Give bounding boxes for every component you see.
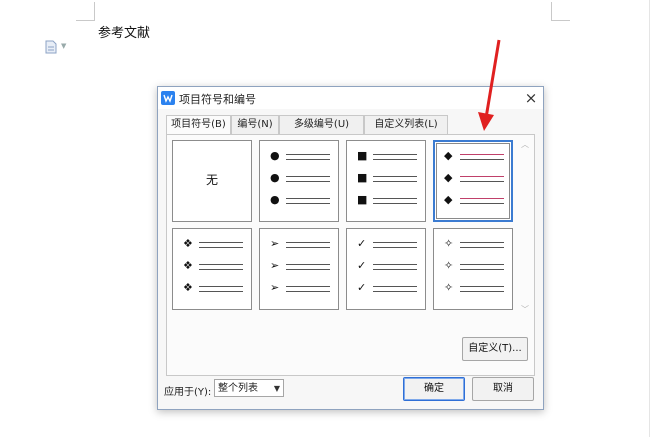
dropdown-arrow-icon: ▼ — [273, 384, 280, 393]
bullet-preview-line — [373, 242, 417, 243]
bullet-preview-line — [373, 269, 417, 270]
bullet-preview-line — [373, 264, 417, 265]
bullet-glyph: ✓ — [357, 237, 367, 250]
bullet-glyph: ◆ — [444, 193, 453, 206]
bullet-style-filled-square[interactable]: ■ ■ ■ — [346, 140, 426, 222]
bullet-preview-line — [460, 247, 504, 248]
bullet-preview-line — [286, 198, 330, 199]
bullet-preview-line — [286, 181, 330, 182]
bullet-preview-line — [373, 159, 417, 160]
bullet-preview-line — [460, 176, 504, 177]
bullet-preview-line — [460, 269, 504, 270]
tab-numbering[interactable]: 编号(N) — [231, 115, 279, 135]
bullet-style-none[interactable]: 无 — [172, 140, 252, 222]
bullet-preview-line — [460, 203, 504, 204]
bullet-style-four-point-star[interactable]: ✧ ✧ ✧ — [433, 228, 513, 310]
bullet-preview-line — [286, 203, 330, 204]
bullet-preview-line — [460, 242, 504, 243]
bullet-preview-line — [286, 264, 330, 265]
bullet-preview-line — [373, 286, 417, 287]
paragraph-layout-icon[interactable] — [44, 40, 58, 54]
apply-to-label: 应用于(Y): — [164, 387, 212, 398]
bullet-preview-line — [460, 264, 504, 265]
cancel-button[interactable]: 取消 — [472, 377, 534, 401]
bullet-glyph: ✓ — [357, 281, 367, 294]
page-margin-corner-left — [76, 2, 95, 21]
document-heading: 参考文献 — [98, 26, 151, 41]
bullet-style-filled-circle[interactable]: ● ● ● — [259, 140, 339, 222]
bullet-preview-line — [286, 247, 330, 248]
bullet-glyph: ● — [270, 149, 280, 162]
bullet-preview-line — [286, 159, 330, 160]
apply-to-value: 整个列表 — [218, 383, 258, 394]
bullet-preview-line — [373, 154, 417, 155]
customize-button[interactable]: 自定义(T)... — [462, 337, 528, 361]
bullet-preview-line — [199, 269, 243, 270]
paragraph-menu-chevron-icon[interactable]: ▼ — [61, 42, 66, 50]
bullet-preview-line — [286, 176, 330, 177]
scroll-up-icon[interactable]: ︿ — [519, 139, 531, 151]
bullet-preview-line — [373, 247, 417, 248]
bullet-preview-line — [286, 286, 330, 287]
bullet-style-arrowhead[interactable]: ➢ ➢ ➢ — [259, 228, 339, 310]
bullet-glyph: ❖ — [183, 237, 193, 250]
bullet-preview-line — [199, 264, 243, 265]
bullet-glyph: ● — [270, 193, 280, 206]
dialog-title: 项目符号和编号 — [179, 93, 256, 106]
tab-custom-list[interactable]: 自定义列表(L) — [364, 115, 448, 135]
bullet-preview-line — [460, 198, 504, 199]
bullet-glyph: ➢ — [270, 237, 280, 250]
ok-button[interactable]: 确定 — [403, 377, 465, 401]
bullets-panel: 无 ● ● ● ■ ■ ■ ◆ ◆ ◆ ❖ ❖ ❖ ➢ ➢ ➢ ✓ ✓ ✓ ✧ ✧ ✧ ︿ ﹀ 自定义(T)… — [166, 134, 535, 376]
bullet-glyph: ● — [270, 171, 280, 184]
bullet-preview-line — [286, 154, 330, 155]
apply-to-select[interactable]: 整个列表 ▼ — [214, 379, 284, 397]
bullet-preview-line — [460, 181, 504, 182]
bullet-preview-line — [199, 247, 243, 248]
bullet-glyph: ■ — [357, 193, 368, 206]
bullet-preview-line — [286, 242, 330, 243]
bullet-glyph: ➢ — [270, 259, 280, 272]
bullet-style-diamond[interactable]: ◆ ◆ ◆ — [433, 140, 513, 222]
bullet-preview-line — [286, 269, 330, 270]
close-icon[interactable]: × — [522, 89, 540, 107]
bullet-glyph: ➢ — [270, 281, 280, 294]
bullet-preview-line — [199, 291, 243, 292]
bullet-preview-line — [286, 291, 330, 292]
page-margin-corner-right — [551, 2, 570, 21]
bullet-preview-line — [460, 286, 504, 287]
bullet-glyph: ✧ — [444, 237, 454, 250]
annotation-arrow — [478, 39, 501, 131]
bullet-preview-line — [373, 181, 417, 182]
bullet-glyph: ❖ — [183, 281, 193, 294]
bullet-preview-line — [199, 286, 243, 287]
bullet-glyph: ◆ — [444, 171, 453, 184]
tiles-scrollbar[interactable]: ︿ ﹀ — [519, 139, 531, 319]
wps-app-icon — [161, 91, 175, 105]
bullet-preview-line — [373, 198, 417, 199]
bullet-style-checkmark[interactable]: ✓ ✓ ✓ — [346, 228, 426, 310]
bullet-preview-line — [373, 176, 417, 177]
bullet-glyph: ❖ — [183, 259, 193, 272]
bullet-preview-line — [373, 203, 417, 204]
bullet-preview-line — [460, 159, 504, 160]
bullet-preview-line — [460, 291, 504, 292]
bullet-preview-line — [460, 154, 504, 155]
tab-multilevel[interactable]: 多级编号(U) — [279, 115, 364, 135]
bullet-preview-line — [373, 291, 417, 292]
bullet-glyph: ✓ — [357, 259, 367, 272]
bullet-glyph: ✧ — [444, 281, 454, 294]
bullet-glyph: ◆ — [444, 149, 453, 162]
bullet-none-label: 无 — [205, 173, 218, 187]
tab-bullets[interactable]: 项目符号(B) — [166, 115, 231, 136]
bullet-preview-line — [199, 242, 243, 243]
bullet-glyph: ■ — [357, 149, 368, 162]
bullet-glyph: ■ — [357, 171, 368, 184]
bullet-style-four-diamond[interactable]: ❖ ❖ ❖ — [172, 228, 252, 310]
bullet-glyph: ✧ — [444, 259, 454, 272]
scroll-down-icon[interactable]: ﹀ — [519, 304, 531, 316]
